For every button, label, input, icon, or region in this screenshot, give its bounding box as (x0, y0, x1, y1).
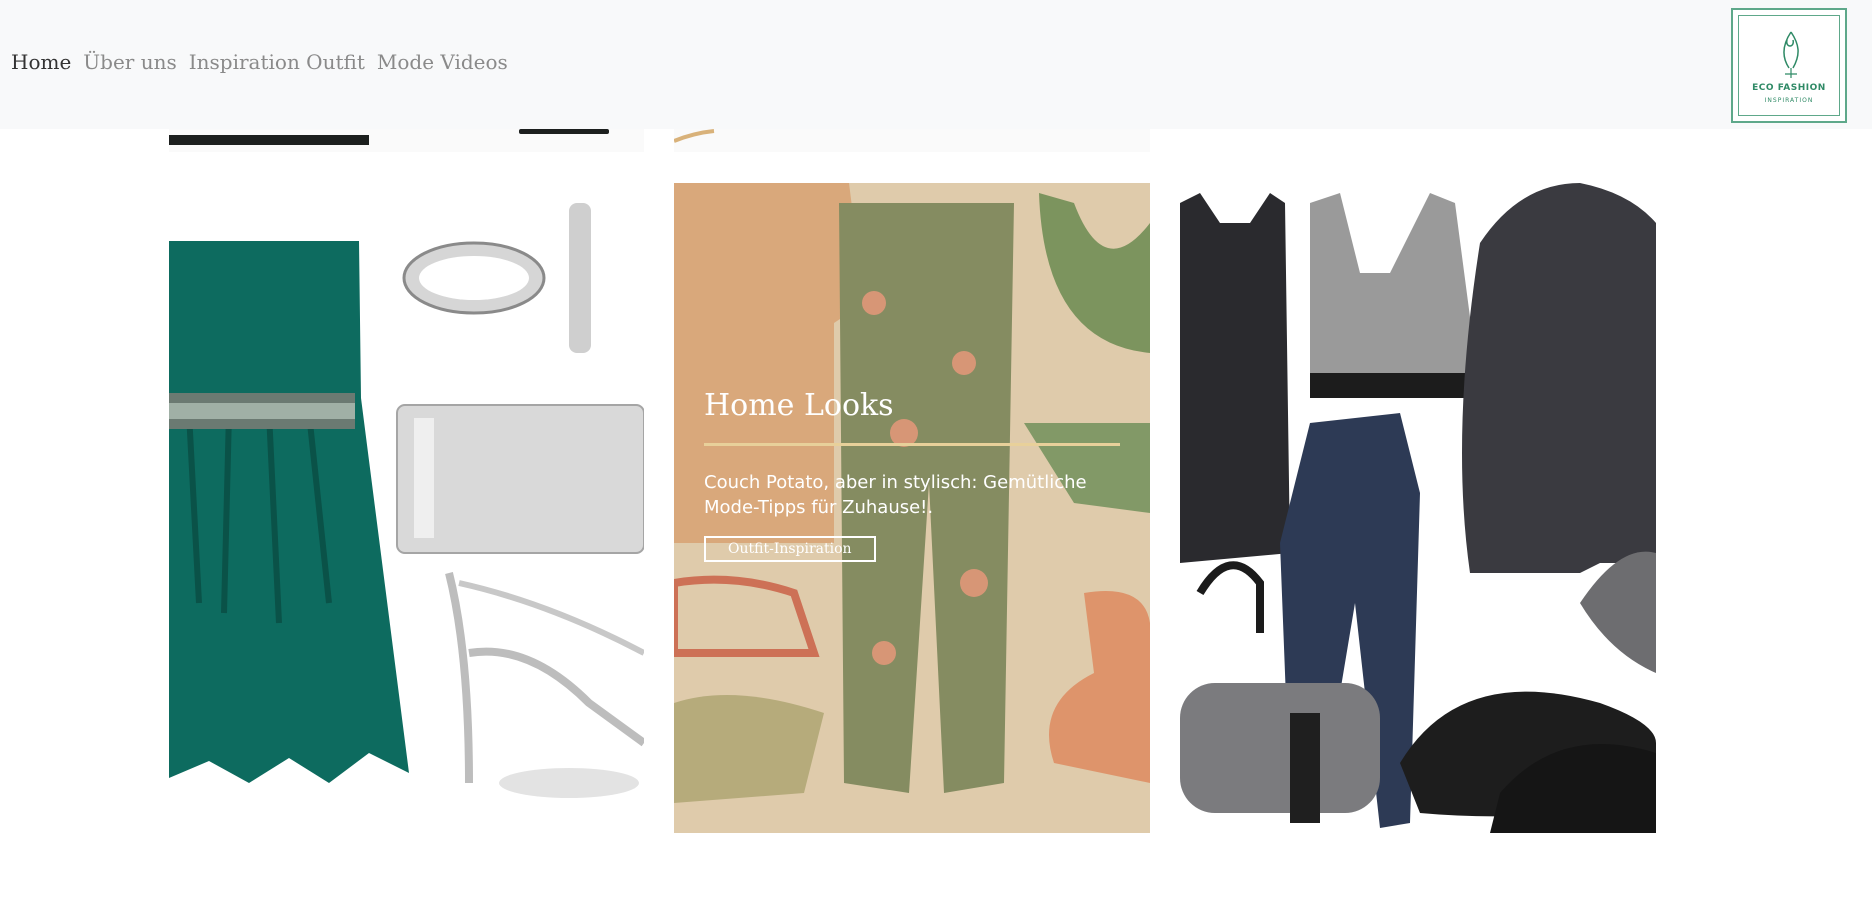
nav-links: Home Über uns Inspiration Outfit Mode Vi… (11, 50, 508, 74)
logo-subtitle: INSPIRATION (1764, 97, 1814, 104)
site-logo[interactable]: ECO FASHION INSPIRATION (1731, 8, 1847, 123)
nav-item-ueber-uns[interactable]: Über uns (83, 50, 176, 74)
nav-item-home[interactable]: Home (11, 50, 71, 74)
logo-title: ECO FASHION (1752, 83, 1826, 93)
outfit-card-sport[interactable] (1180, 183, 1656, 833)
outfit-card-evening[interactable] (169, 183, 644, 833)
previous-row-image-middle (674, 129, 1150, 152)
sport-outfit-image (1180, 183, 1656, 833)
evening-outfit-image (169, 183, 644, 833)
leaf-figure-icon (1783, 31, 1799, 78)
outfit-card-home-looks[interactable]: Home Looks Couch Potato, aber in stylisc… (674, 183, 1150, 833)
previous-row-image-left (169, 129, 644, 152)
nav-item-mode-videos[interactable]: Mode Videos (377, 50, 508, 74)
card-description: Couch Potato, aber in stylisch: Gemütlic… (704, 472, 1087, 518)
card-divider (704, 443, 1120, 446)
nav-item-inspiration-outfit[interactable]: Inspiration Outfit (189, 50, 365, 74)
navbar: Home Über uns Inspiration Outfit Mode Vi… (0, 0, 1872, 129)
card-title: Home Looks (704, 388, 894, 423)
card-content: Home Looks Couch Potato, aber in stylisc… (704, 388, 1120, 562)
outfit-inspiration-button[interactable]: Outfit-Inspiration (704, 536, 876, 562)
